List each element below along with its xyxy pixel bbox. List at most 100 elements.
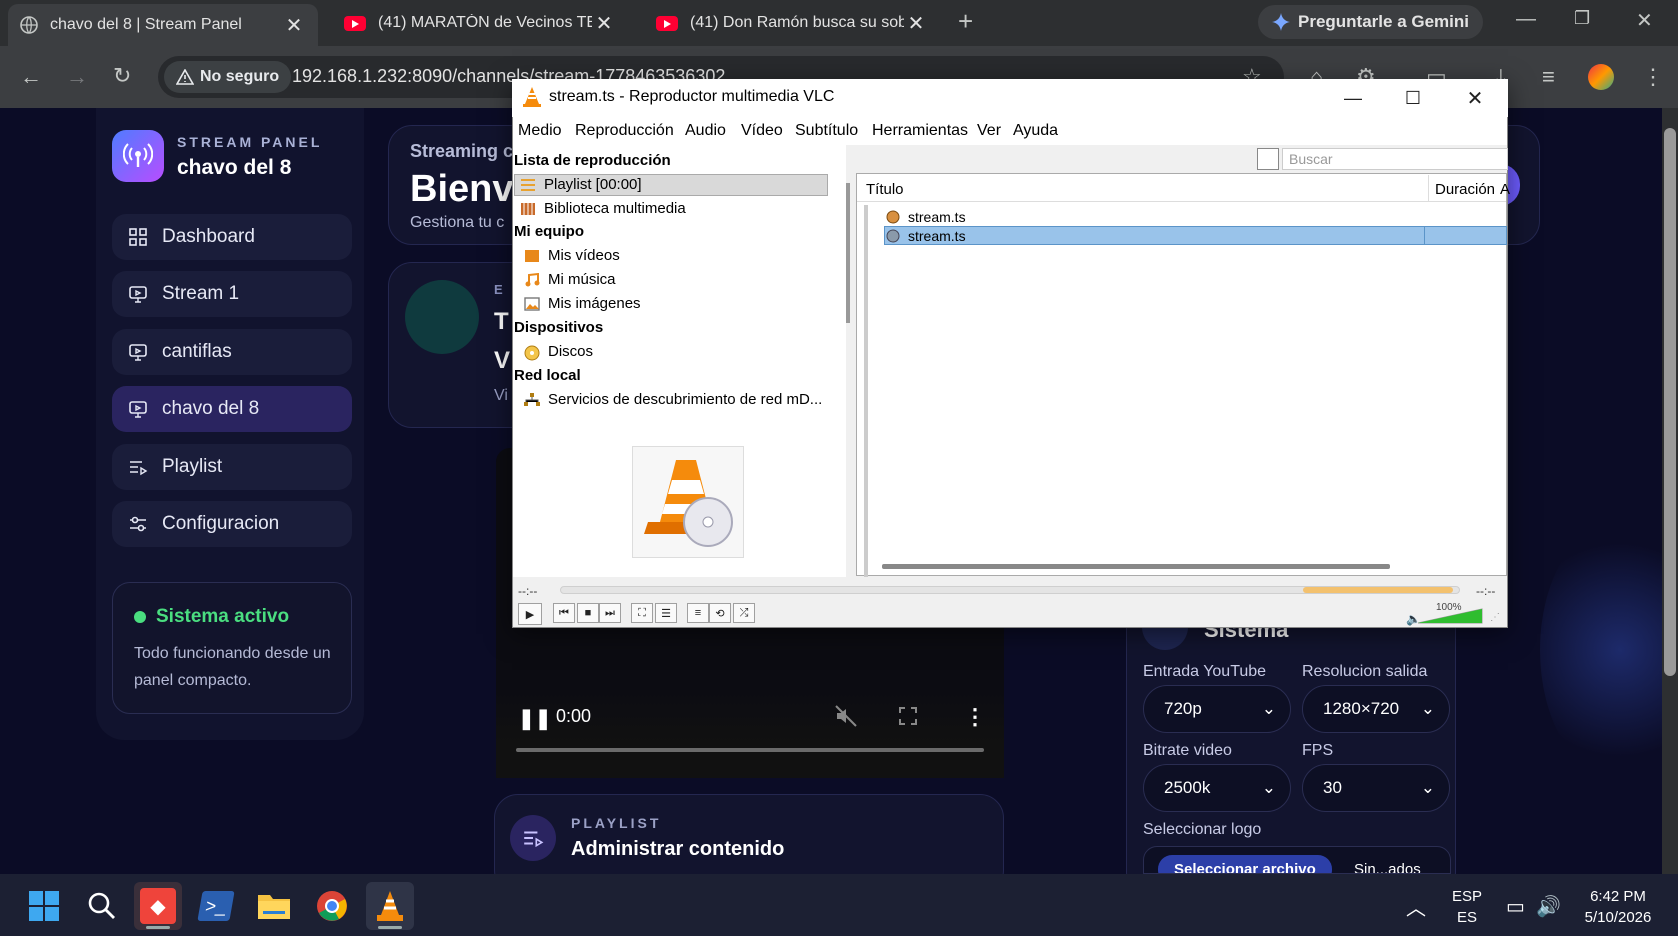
vlc-fullscreen-button[interactable]: ⛶ xyxy=(631,603,653,623)
menu-medio[interactable]: Medio xyxy=(518,122,562,140)
chevron-down-icon: ⌄ xyxy=(1261,778,1276,797)
column-duration[interactable]: Duración xyxy=(1435,181,1495,198)
forward-button[interactable]: → xyxy=(66,64,88,90)
vlc-minimize-button[interactable]: — xyxy=(1330,82,1376,114)
security-label: No seguro xyxy=(200,68,280,85)
sidebar-item-media-library[interactable]: Biblioteca multimedia xyxy=(520,200,686,217)
vlc-shuffle-button[interactable]: ⤮ xyxy=(733,603,755,623)
sidebar-item-playlist[interactable]: Playlist [00:00] xyxy=(520,176,642,193)
windows-start-icon[interactable] xyxy=(20,882,68,930)
vlc-taskbar-icon[interactable] xyxy=(366,882,414,930)
vlc-previous-button[interactable]: ⏮ xyxy=(553,603,575,623)
sidebar-header: Lista de reproducción xyxy=(514,152,671,169)
minimize-window-button[interactable]: — xyxy=(1516,8,1536,31)
video-progress-bar[interactable] xyxy=(516,748,984,752)
vlc-search-input[interactable]: Buscar xyxy=(1282,148,1508,170)
vlc-close-button[interactable]: ✕ xyxy=(1452,82,1498,114)
reload-button[interactable]: ↻ xyxy=(113,63,131,89)
section-local-network: Red local xyxy=(514,367,581,384)
pause-icon[interactable]: ❚❚ xyxy=(518,706,552,731)
fullscreen-icon[interactable] xyxy=(898,706,918,726)
header-title: Bienv xyxy=(410,168,514,210)
entrada-select[interactable]: 720p ⌄ xyxy=(1143,685,1291,733)
anydesk-icon[interactable]: ◆ xyxy=(134,882,182,930)
menu-video[interactable]: Vídeo xyxy=(741,122,783,140)
menu-audio[interactable]: Audio xyxy=(685,122,726,140)
scrollbar-thumb[interactable] xyxy=(1664,128,1676,676)
chevron-up-icon[interactable]: ︿ xyxy=(1406,892,1426,921)
sidebar-scrollbar[interactable] xyxy=(846,183,850,323)
vlc-extended-settings-button[interactable]: ☰ xyxy=(655,603,677,623)
menu-subtitulo[interactable]: Subtítulo xyxy=(795,122,858,140)
resolucion-select[interactable]: 1280×720 ⌄ xyxy=(1302,685,1450,733)
vlc-next-button[interactable]: ⏭ xyxy=(599,603,621,623)
resize-grip-icon[interactable]: ⋰ xyxy=(1490,612,1500,623)
stream-subtitle: Vi xyxy=(494,387,508,404)
close-tab-icon[interactable]: ✕ xyxy=(904,11,928,36)
network-icon[interactable]: ▭ xyxy=(1506,894,1525,919)
sidebar-item-pictures[interactable]: Mis imágenes xyxy=(524,295,641,312)
table-row[interactable]: stream.ts xyxy=(886,209,966,225)
menu-ayuda[interactable]: Ayuda xyxy=(1013,122,1058,140)
profile-avatar[interactable] xyxy=(1588,64,1614,90)
playlist-lines-icon xyxy=(520,178,536,192)
file-explorer-icon[interactable] xyxy=(250,882,298,930)
speaker-icon[interactable]: 🔊 xyxy=(1536,894,1561,919)
table-row[interactable]: stream.ts xyxy=(886,228,966,244)
close-tab-icon[interactable]: ✕ xyxy=(592,11,616,36)
sidebar-item-network-services[interactable]: Servicios de descubrimiento de red mD... xyxy=(524,391,822,408)
monitor-icon xyxy=(128,284,148,304)
sidebar-item-music[interactable]: Mi música xyxy=(524,271,616,288)
sidebar-label: Servicios de descubrimiento de red mD... xyxy=(548,391,823,408)
new-tab-button[interactable]: + xyxy=(958,6,973,37)
nav-chavo-del-8[interactable]: chavo del 8 xyxy=(112,386,352,432)
language-indicator[interactable]: ESP ES xyxy=(1452,888,1482,926)
sidebar-item-discs[interactable]: Discos xyxy=(524,343,593,360)
active-app-indicator xyxy=(146,926,170,929)
vlc-maximize-button[interactable]: ☐ xyxy=(1390,82,1436,114)
close-window-button[interactable]: ✕ xyxy=(1636,8,1653,33)
menu-reproduccion[interactable]: Reproducción xyxy=(575,122,674,140)
logo-file-input[interactable]: Seleccionar archivo Sin...ados xyxy=(1143,846,1451,874)
powershell-icon[interactable]: >_ xyxy=(192,882,240,930)
restore-window-button[interactable]: ❐ xyxy=(1574,8,1590,29)
nav-dashboard[interactable]: Dashboard xyxy=(112,214,352,260)
playlist-view-toggle-icon[interactable] xyxy=(1257,148,1279,170)
security-chip[interactable]: No seguro xyxy=(164,61,292,93)
vlc-playlist-button[interactable]: ≡ xyxy=(687,603,709,623)
vlc-stop-button[interactable]: ■ xyxy=(577,603,599,623)
clock[interactable]: 6:42 PM 5/10/2026 xyxy=(1576,888,1660,926)
chrome-icon[interactable] xyxy=(308,882,356,930)
tab-stream-panel[interactable]: chavo del 8 | Stream Panel ✕ xyxy=(8,4,318,46)
brand-subtitle: STREAM PANEL xyxy=(177,134,323,150)
music-note-icon xyxy=(524,272,540,287)
video-menu-icon[interactable]: ⋮ xyxy=(964,704,986,730)
back-button[interactable]: ← xyxy=(20,64,42,90)
search-icon[interactable] xyxy=(78,882,126,930)
column-title[interactable]: Título xyxy=(866,181,904,198)
menu-herramientas[interactable]: Herramientas xyxy=(872,122,968,140)
close-tab-icon[interactable]: ✕ xyxy=(282,13,306,38)
fps-select[interactable]: 30 ⌄ xyxy=(1302,764,1450,812)
nav-cantiflas[interactable]: cantiflas xyxy=(112,329,352,375)
column-album[interactable]: A xyxy=(1500,181,1510,198)
monitor-icon xyxy=(128,399,148,419)
vlc-loop-button[interactable]: ⟲ xyxy=(709,603,731,623)
tab-youtube-2[interactable]: (41) Don Ramón busca su sobre ✕ xyxy=(646,3,938,43)
table-row-selected[interactable] xyxy=(884,226,1507,245)
tab-youtube-1[interactable]: (41) MARATÓN de Vecinos TEM ✕ xyxy=(334,3,626,43)
nav-playlist[interactable]: Playlist xyxy=(112,444,352,490)
playlist-scrollbar[interactable] xyxy=(864,205,868,625)
media-control-icon[interactable]: ≡ xyxy=(1542,64,1555,90)
nav-stream-1[interactable]: Stream 1 xyxy=(112,271,352,317)
select-file-button[interactable]: Seleccionar archivo xyxy=(1158,855,1332,873)
playlist-h-scrollbar[interactable] xyxy=(882,564,1390,569)
menu-kebab-icon[interactable]: ⋮ xyxy=(1642,64,1664,90)
nav-configuracion[interactable]: Configuracion xyxy=(112,501,352,547)
vlc-play-button[interactable]: ▶ xyxy=(518,603,542,625)
sidebar-item-videos[interactable]: Mis vídeos xyxy=(524,247,620,264)
bitrate-select[interactable]: 2500k ⌄ xyxy=(1143,764,1291,812)
gemini-button[interactable]: Preguntarle a Gemini xyxy=(1258,5,1483,39)
menu-ver[interactable]: Ver xyxy=(977,122,1001,140)
muted-speaker-icon[interactable] xyxy=(834,704,858,728)
